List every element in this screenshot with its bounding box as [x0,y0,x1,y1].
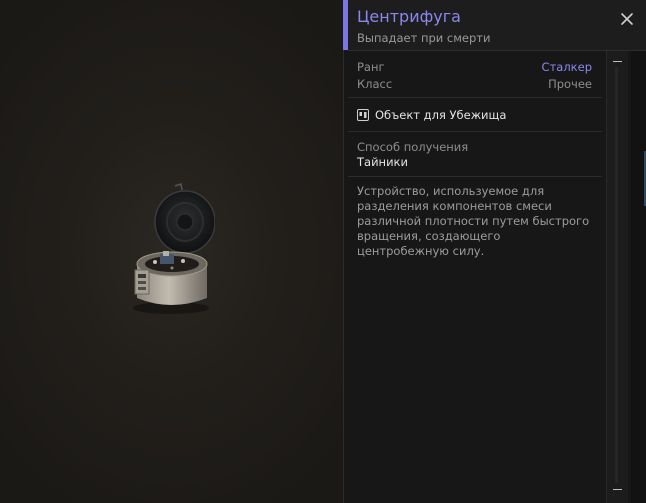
property-row-class: Класс Прочее [357,77,592,91]
property-row-rank: Ранг Сталкер [357,60,592,74]
item-header: Центрифуга Выпадает при смерти [348,0,646,51]
item-details-panel: Центрифуга Выпадает при смерти Ранг Стал… [343,0,646,503]
item-preview-area [0,0,343,503]
scrollbar-bottom-cap [613,489,622,490]
shelter-object-label: Объект для Убежища [375,108,507,122]
item-title: Центрифуга [357,7,461,26]
scrollbar-top-cap [613,61,622,62]
close-icon[interactable] [620,12,634,26]
obtain-value: Тайники [357,155,408,169]
background-strip [631,51,646,503]
item-subtitle: Выпадает при смерти [357,31,491,45]
property-value-rank: Сталкер [541,60,592,74]
property-label: Класс [357,77,393,91]
scrollbar-track[interactable] [615,67,618,483]
item-description: Устройство, используемое для разделения … [357,184,590,258]
scrollbar[interactable] [606,51,628,503]
property-value-class: Прочее [548,77,592,91]
item-details-content: Ранг Сталкер Класс Прочее Объект для Убе… [348,51,602,503]
panel-divider [343,0,344,503]
centrifuge-item-image [133,183,215,314]
shelter-object-icon [357,109,369,121]
obtain-label: Способ получения [357,140,469,154]
property-label: Ранг [357,60,385,74]
